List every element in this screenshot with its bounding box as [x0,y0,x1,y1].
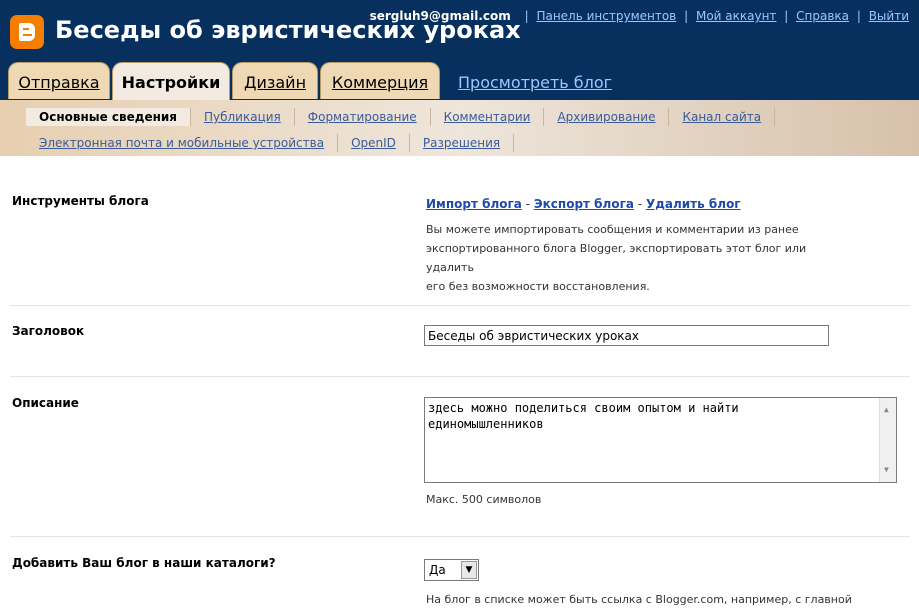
my-account-link[interactable]: Мой аккаунт [696,9,776,23]
export-blog-link[interactable]: Экспорт блога [534,197,634,211]
subtab-site-feed[interactable]: Канал сайта [669,108,776,126]
blog-tools-description: Вы можете импортировать сообщения и комм… [426,223,807,293]
blog-tools-links: Импорт блога - Экспорт блога - Удалить б… [426,197,741,211]
dashboard-link[interactable]: Панель инструментов [536,9,676,23]
user-email: sergluh9@gmail.com [369,9,511,23]
tab-monetize[interactable]: Коммерция [320,62,440,99]
delete-blog-link[interactable]: Удалить блог [646,197,741,211]
scroll-up-icon[interactable]: ▲ [884,402,889,418]
subtab-comments[interactable]: Комментарии [431,108,545,126]
scroll-down-icon[interactable]: ▼ [884,462,889,478]
subtab-basic[interactable]: Основные сведения [26,108,191,126]
tab-posting[interactable]: Отправка [8,62,110,99]
subtab-permissions[interactable]: Разрешения [410,134,515,152]
help-link[interactable]: Справка [796,9,849,23]
blog-tools-label: Инструменты блога [12,194,149,208]
top-navigation: sergluh9@gmail.com | Панель инструментов… [369,9,909,23]
tab-design[interactable]: Дизайн [232,62,318,99]
subnav-row-1: Основные сведения Публикация Форматировани… [26,108,776,126]
sign-out-link[interactable]: Выйти [869,9,909,23]
subtab-openid[interactable]: OpenID [338,134,410,152]
title-label: Заголовок [12,324,85,338]
description-label: Описание [12,396,79,410]
description-hint: Макс. 500 символов [426,493,542,506]
divider [10,536,910,537]
view-blog-link[interactable]: Просмотреть блог [458,73,612,92]
catalog-select[interactable]: Да ▼ [424,559,479,581]
blogger-header: Беседы об эвристических уроках sergluh9@… [0,0,919,101]
textarea-scrollbar[interactable]: ▲ ▼ [879,398,896,482]
divider [10,305,910,306]
blog-title-input[interactable]: Беседы об эвристических уроках [424,325,829,346]
divider [10,376,910,377]
import-blog-link[interactable]: Импорт блога [426,197,522,211]
catalog-label: Добавить Ваш блог в наши каталоги? [12,556,276,570]
catalog-hint: На блог в списке может быть ссылка с Blo… [426,593,852,606]
description-textarea[interactable]: здесь можно поделиться своим опытом и на… [424,397,897,483]
subnav-row-2: Электронная почта и мобильные устройства… [26,134,515,152]
subtab-archiving[interactable]: Архивирование [544,108,670,126]
subtab-email-mobile[interactable]: Электронная почта и мобильные устройства [26,134,339,152]
tab-settings[interactable]: Настройки [112,62,230,101]
subtab-formatting[interactable]: Форматирование [295,108,431,126]
blogger-logo-icon[interactable] [10,15,44,49]
subtab-publishing[interactable]: Публикация [191,108,295,126]
chevron-down-icon[interactable]: ▼ [461,561,477,579]
